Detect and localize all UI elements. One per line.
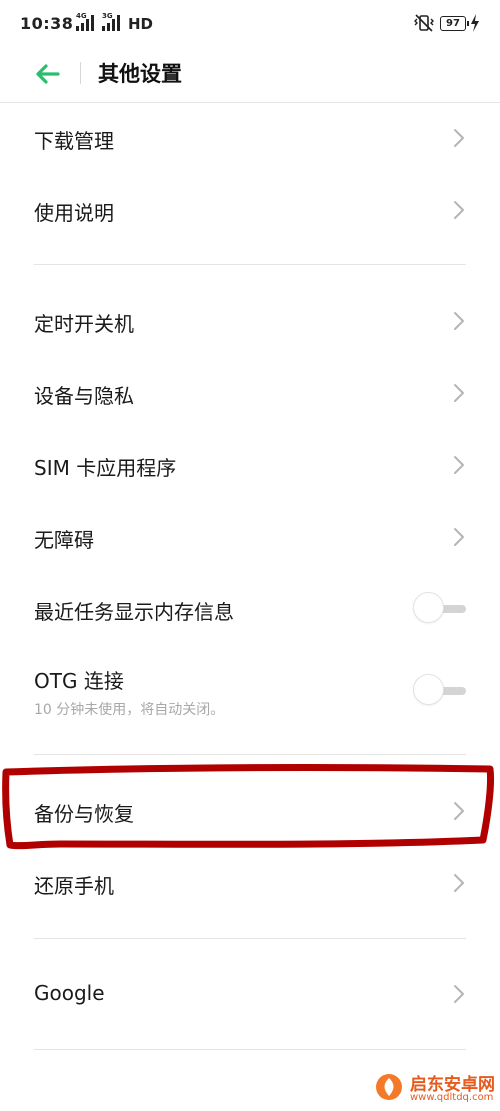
status-bar: 10:38 4G 3G HD 97: [0, 0, 500, 48]
header-divider: [80, 62, 81, 84]
chevron-right-icon: [452, 526, 466, 548]
toggle-knob: [413, 674, 444, 705]
settings-item-sublabel: 10 分钟未使用，将自动关闭。: [34, 702, 225, 718]
network-label: HD: [128, 15, 154, 33]
signal-type-label: 4G: [76, 12, 87, 20]
settings-item[interactable]: 使用说明: [0, 174, 500, 246]
settings-item-label: OTG 连接: [34, 669, 124, 693]
chevron-right-icon: [452, 199, 466, 221]
toggle-switch[interactable]: [412, 591, 468, 627]
chevron-right-icon: [452, 454, 466, 476]
settings-item-label: 无障碍: [34, 528, 94, 552]
watermark-url: www.qdltdq.com: [410, 1092, 494, 1103]
chevron-right-icon: [452, 872, 466, 894]
settings-item[interactable]: 还原手机: [0, 847, 500, 919]
chevron-right-icon: [452, 382, 466, 404]
vibrate-icon: [414, 14, 434, 32]
status-time: 10:38: [20, 14, 74, 33]
chevron-right-icon: [452, 983, 466, 1005]
settings-item-label: 定时开关机: [34, 312, 134, 336]
settings-item-label: 设备与隐私: [34, 384, 134, 408]
settings-item-label: Google: [34, 981, 105, 1005]
watermark-logo-icon: [376, 1074, 402, 1100]
settings-item[interactable]: 设备与隐私: [0, 357, 500, 429]
settings-item-label: 还原手机: [34, 874, 114, 898]
settings-item[interactable]: 定时开关机: [0, 285, 500, 357]
signal-icon: 3G: [102, 12, 120, 31]
settings-item[interactable]: 下载管理: [0, 102, 500, 174]
signal-type-label: 3G: [102, 12, 113, 20]
section-divider: [34, 1049, 466, 1050]
back-arrow-icon[interactable]: [30, 56, 66, 92]
section-divider: [34, 754, 466, 755]
settings-item[interactable]: Google: [0, 958, 500, 1030]
settings-item-label: 备份与恢复: [34, 802, 134, 826]
settings-item-label: SIM 卡应用程序: [34, 456, 177, 480]
settings-item-label: 下载管理: [34, 129, 114, 153]
toggle-switch[interactable]: [412, 673, 468, 709]
watermark: 启东安卓网 www.qdltdq.com: [370, 1068, 500, 1111]
settings-item[interactable]: OTG 连接 10 分钟未使用，将自动关闭。: [0, 645, 500, 735]
settings-item[interactable]: SIM 卡应用程序: [0, 429, 500, 501]
settings-item[interactable]: 无障碍: [0, 501, 500, 573]
battery-icon: 97: [440, 16, 469, 31]
section-divider: [34, 938, 466, 939]
chevron-right-icon: [452, 127, 466, 149]
signal-icon: 4G: [76, 12, 94, 31]
chevron-right-icon: [452, 800, 466, 822]
toggle-knob: [413, 592, 444, 623]
settings-item[interactable]: 备份与恢复: [0, 775, 500, 847]
title-bar: 其他设置: [0, 48, 500, 103]
settings-item-label: 最近任务显示内存信息: [34, 600, 234, 624]
chevron-right-icon: [452, 310, 466, 332]
settings-item-label: 使用说明: [34, 201, 114, 225]
charging-icon: [471, 14, 479, 32]
page-title: 其他设置: [98, 62, 182, 86]
section-divider: [34, 264, 466, 265]
settings-item[interactable]: 最近任务显示内存信息: [0, 573, 500, 645]
